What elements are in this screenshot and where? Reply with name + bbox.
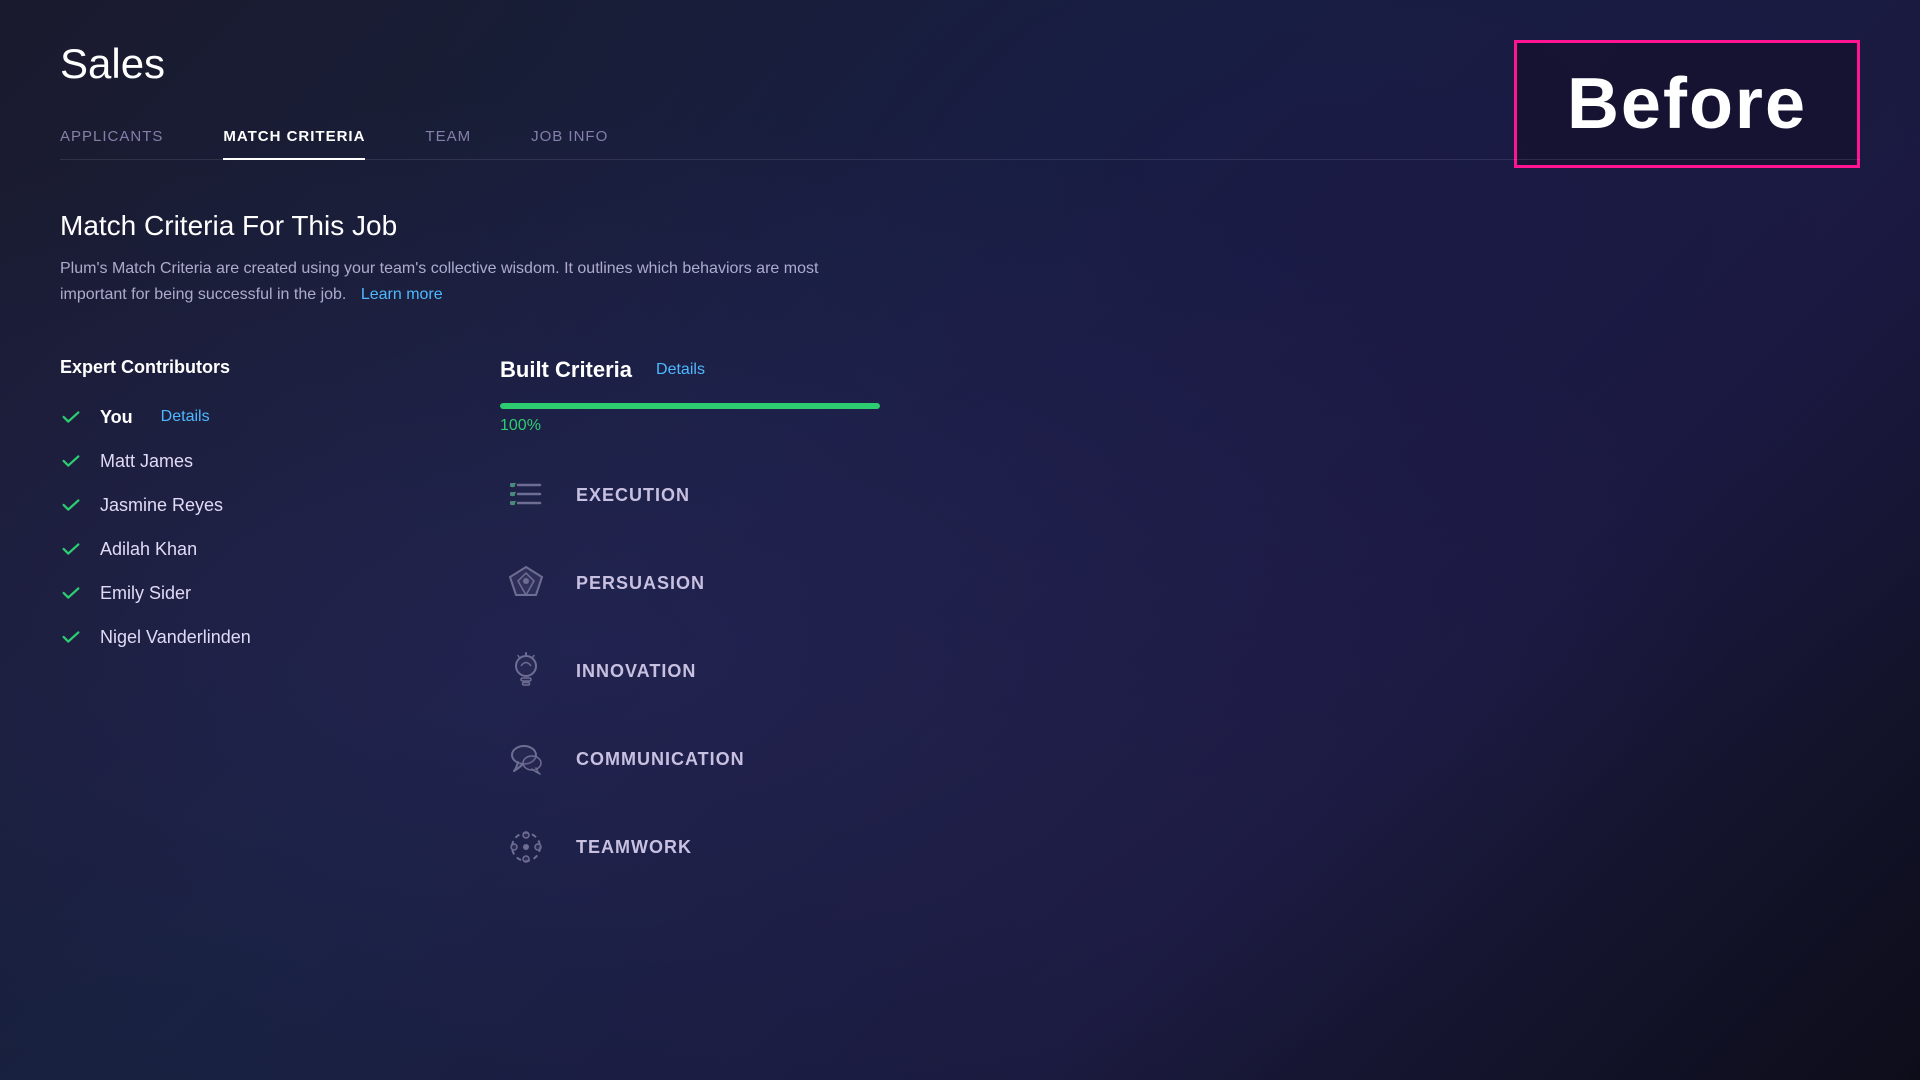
content-area: Expert Contributors You Details Matt Jam… <box>60 357 1860 909</box>
checkmark-icon <box>60 494 82 516</box>
contributor-name-you: You <box>100 407 133 428</box>
contributor-name: Emily Sider <box>100 583 191 604</box>
progress-bar-fill <box>500 403 880 409</box>
contributor-you: You Details <box>60 406 380 428</box>
criteria-execution-label: EXECUTION <box>576 485 690 506</box>
criteria-header: Built Criteria Details <box>500 357 1860 383</box>
communication-icon <box>500 733 552 785</box>
tab-applicants[interactable]: APPLICANTS <box>60 128 163 159</box>
tab-job-info[interactable]: JOB INFO <box>531 128 608 159</box>
criteria-communication: COMMUNICATION <box>500 733 1860 785</box>
contributor-adilah-khan: Adilah Khan <box>60 538 380 560</box>
tab-navigation: APPLICANTS MATCH CRITERIA TEAM JOB INFO <box>60 128 1860 160</box>
criteria-execution: EXECUTION <box>500 469 1860 521</box>
checkmark-icon <box>60 406 82 428</box>
learn-more-link[interactable]: Learn more <box>361 286 443 303</box>
persuasion-icon <box>500 557 552 609</box>
checkmark-icon <box>60 450 82 472</box>
criteria-persuasion: PERSUASION <box>500 557 1860 609</box>
section-heading: Match Criteria For This Job <box>60 210 1860 242</box>
contributor-emily-sider: Emily Sider <box>60 582 380 604</box>
progress-container: 100% <box>500 403 1860 435</box>
innovation-icon <box>500 645 552 697</box>
criteria-details-link[interactable]: Details <box>656 361 705 379</box>
contributors-section: Expert Contributors You Details Matt Jam… <box>60 357 380 909</box>
contributor-name: Adilah Khan <box>100 539 197 560</box>
contributor-name: Jasmine Reyes <box>100 495 223 516</box>
criteria-teamwork-label: TEAMWORK <box>576 837 692 858</box>
contributor-name: Nigel Vanderlinden <box>100 627 251 648</box>
progress-bar-background <box>500 403 880 409</box>
criteria-innovation: INNOVATION <box>500 645 1860 697</box>
checkmark-icon <box>60 626 82 648</box>
contributor-jasmine-reyes: Jasmine Reyes <box>60 494 380 516</box>
criteria-teamwork: TEAMWORK <box>500 821 1860 873</box>
checkmark-icon <box>60 582 82 604</box>
contributor-name: Matt James <box>100 451 193 472</box>
teamwork-icon <box>500 821 552 873</box>
contributors-title: Expert Contributors <box>60 357 380 378</box>
checkmark-icon <box>60 538 82 560</box>
criteria-persuasion-label: PERSUASION <box>576 573 705 594</box>
contributor-matt-james: Matt James <box>60 450 380 472</box>
contributor-nigel-vanderlinden: Nigel Vanderlinden <box>60 626 380 648</box>
tab-match-criteria[interactable]: MATCH CRITERIA <box>223 128 365 159</box>
section-description: Plum's Match Criteria are created using … <box>60 256 840 307</box>
progress-percent: 100% <box>500 417 1860 435</box>
criteria-communication-label: COMMUNICATION <box>576 749 745 770</box>
tab-team[interactable]: TEAM <box>425 128 471 159</box>
execution-icon <box>500 469 552 521</box>
built-criteria-section: Built Criteria Details 100% <box>500 357 1860 909</box>
built-criteria-label: Built Criteria <box>500 357 632 383</box>
criteria-innovation-label: INNOVATION <box>576 661 696 682</box>
you-details-link[interactable]: Details <box>161 408 210 426</box>
page-title: Sales <box>60 40 1860 88</box>
